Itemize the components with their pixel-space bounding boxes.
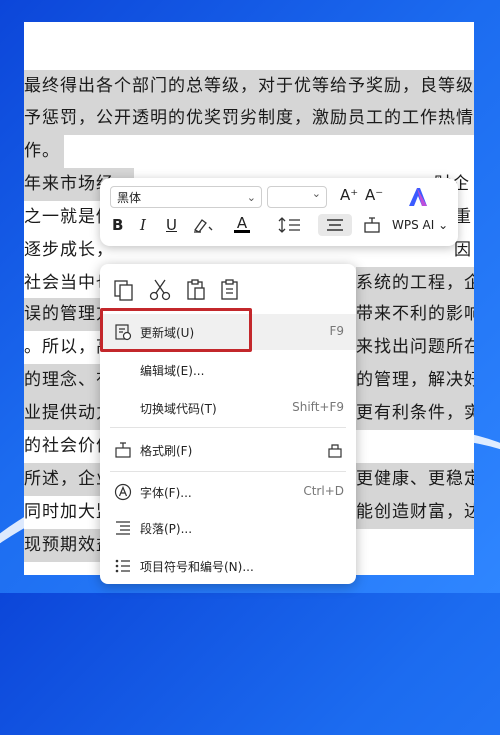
font-icon: [114, 483, 132, 501]
menu-item-label: 格式刷(F): [140, 444, 193, 458]
highlight-button[interactable]: [192, 216, 214, 238]
doc-frag-10: 的管理，解决好自: [356, 364, 474, 397]
menu-separator: [110, 427, 346, 428]
font-name-value: 黑体: [117, 191, 142, 205]
paste-icon[interactable]: [184, 278, 208, 302]
wps-ai-logo-icon[interactable]: [405, 184, 431, 210]
line-spacing-icon: [278, 217, 300, 233]
highlighter-icon: [194, 219, 213, 233]
wps-ai-label: WPS AI: [392, 218, 435, 232]
bold-button[interactable]: B: [112, 216, 123, 234]
menu-item-label: 编辑域(E)...: [140, 364, 205, 378]
underline-button[interactable]: U: [166, 216, 177, 234]
increase-font-button[interactable]: A⁺: [340, 186, 358, 204]
menu-item-bullets-numbering[interactable]: 项目符号和编号(N)...: [100, 548, 356, 584]
menu-item-label: 切换域代码(T): [140, 402, 217, 416]
menu-item-edit-field[interactable]: 编辑域(E)...: [100, 352, 356, 388]
menu-item-font[interactable]: 字体(F)... Ctrl+D: [100, 474, 356, 510]
chevron-down-icon: ⌄: [311, 187, 321, 200]
chevron-down-icon: ⌄: [438, 218, 449, 232]
doc-frag-8: 带来不利的影响: [356, 298, 474, 331]
font-color-button[interactable]: A: [234, 214, 250, 233]
doc-frag-14: 能创造财富，达: [356, 496, 474, 529]
font-color-letter: A: [236, 214, 248, 232]
format-painter-icon: [364, 217, 380, 233]
doc-frag-13: 更健康、更稳定、: [356, 463, 474, 496]
mini-toolbar: 黑体 ⌄ ⌄ A⁺ A⁻ B I U A WPS AI ⌄: [100, 178, 458, 246]
align-button[interactable]: [318, 214, 352, 236]
font-size-dropdown[interactable]: ⌄: [267, 186, 327, 208]
doc-line-2: 予惩罚，公开透明的优奖罚劣制度，激励员工的工作热情，做好: [24, 102, 474, 135]
line-spacing-button[interactable]: [278, 216, 302, 238]
cut-icon[interactable]: [148, 278, 172, 302]
chevron-down-icon: ⌄: [246, 191, 256, 204]
highlight-annotation-box: [100, 308, 252, 352]
doc-frag-7: 系统的工程，企: [356, 267, 474, 300]
doc-frag-11: 更有利条件，实: [356, 397, 474, 430]
menu-item-shortcut: Ctrl+D: [303, 484, 344, 498]
menu-item-toggle-field-code[interactable]: 切换域代码(T) Shift+F9: [100, 390, 356, 426]
doc-frag-9: 来找出问题所在: [356, 331, 474, 364]
menu-item-shortcut: F9: [329, 324, 344, 338]
italic-button[interactable]: I: [140, 216, 146, 234]
paragraph-icon: [116, 521, 130, 535]
bullet-list-icon: [115, 559, 130, 573]
copy-icon[interactable]: [112, 278, 136, 302]
align-center-icon: [327, 219, 343, 231]
paste-special-icon[interactable]: [218, 278, 242, 302]
doc-line-3: 作。: [24, 135, 64, 168]
menu-separator: [110, 471, 346, 472]
format-painter-mini-button[interactable]: [362, 216, 382, 238]
wps-ai-button[interactable]: WPS AI ⌄: [392, 218, 448, 232]
menu-item-paragraph[interactable]: 段落(P)...: [100, 510, 356, 546]
doc-line-1: 最终得出各个部门的总等级，对于优等给予奖励，良等级给予鼓: [24, 70, 474, 103]
menu-item-format-painter[interactable]: 格式刷(F): [100, 432, 356, 468]
menu-item-label: 字体(F)...: [140, 486, 192, 500]
format-painter-icon: [115, 442, 131, 458]
decrease-font-button[interactable]: A⁻: [365, 186, 383, 204]
menu-item-label: 项目符号和编号(N)...: [140, 560, 254, 574]
menu-item-label: 段落(P)...: [140, 522, 193, 536]
format-painter-lock-icon[interactable]: [326, 441, 344, 459]
font-name-dropdown[interactable]: 黑体 ⌄: [110, 186, 262, 208]
menu-item-shortcut: Shift+F9: [292, 400, 344, 414]
